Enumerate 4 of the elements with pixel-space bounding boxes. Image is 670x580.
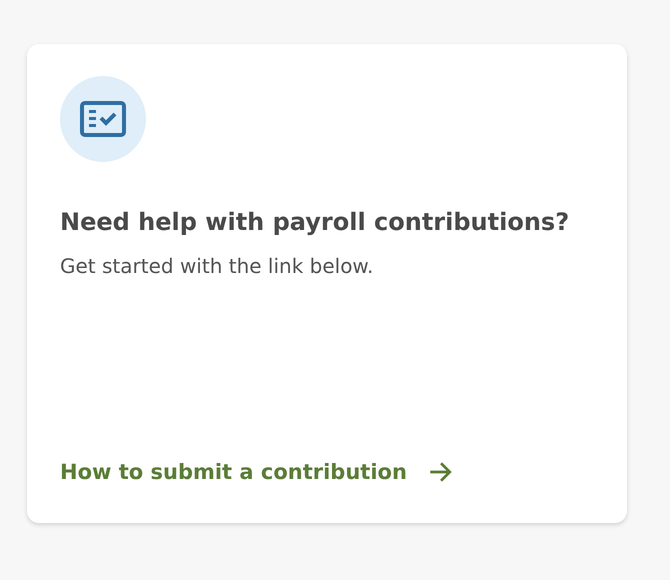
checklist-icon <box>60 76 146 162</box>
card-description: Get started with the link below. <box>60 254 374 278</box>
contribution-link[interactable]: How to submit a contribution <box>60 459 453 485</box>
card-title: Need help with payroll contributions? <box>60 207 570 238</box>
